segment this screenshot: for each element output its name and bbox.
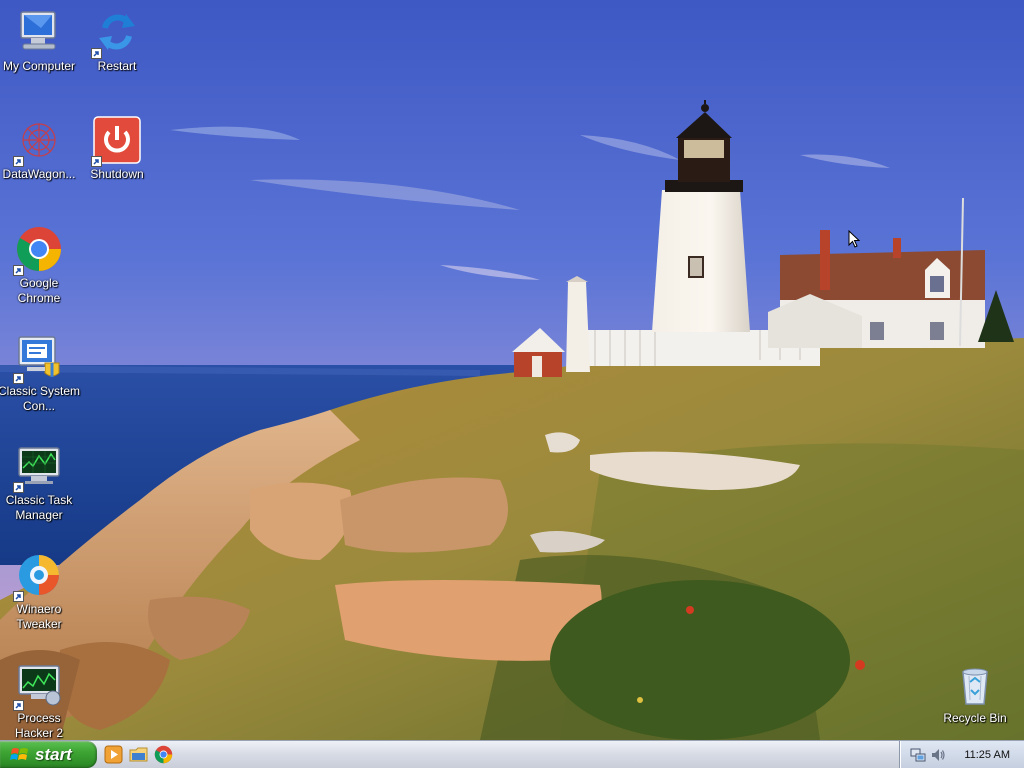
datawagon-icon: [13, 116, 63, 167]
desktop-icon-label: Restart: [97, 59, 137, 73]
desktop-icon-label: Winaero Tweaker: [16, 602, 62, 631]
desktop-icon-classic-system-control[interactable]: Classic System Con...: [0, 333, 80, 414]
desktop-icon-label: Google Chrome: [17, 276, 61, 305]
winaero-tweaker-icon: [13, 551, 63, 602]
desktop-icon-process-hacker-2[interactable]: Process Hacker 2: [0, 660, 80, 740]
volume-icon[interactable]: [930, 747, 946, 763]
system-tray: 11:25 AM: [899, 741, 1024, 768]
mouse-cursor-icon: [848, 230, 860, 248]
desktop[interactable]: My Computer Restart DataWagon... Shutdow…: [0, 0, 1024, 740]
taskbar: start 11:25 AM: [0, 740, 1024, 768]
file-explorer-icon[interactable]: [129, 745, 148, 764]
desktop-icon-label: Classic Task Manager: [5, 493, 73, 522]
desktop-icon-label: DataWagon...: [2, 167, 76, 181]
chrome-icon: [13, 225, 63, 276]
shutdown-icon: [91, 116, 141, 167]
desktop-icon-winaero-tweaker[interactable]: Winaero Tweaker: [0, 551, 80, 632]
shortcut-arrow-icon: [91, 156, 102, 167]
shortcut-arrow-icon: [13, 156, 24, 167]
desktop-icon-label: Shutdown: [90, 167, 144, 181]
restart-icon: [91, 8, 141, 59]
desktop-icon-shutdown[interactable]: Shutdown: [76, 116, 158, 182]
desktop-icon-label: My Computer: [2, 59, 76, 73]
recycle-bin-icon: [951, 660, 999, 708]
desktop-icon-classic-task-manager[interactable]: Classic Task Manager: [0, 442, 80, 523]
shortcut-arrow-icon: [13, 373, 24, 384]
shortcut-arrow-icon: [13, 700, 24, 711]
desktop-icon-datawagon[interactable]: DataWagon...: [0, 116, 80, 182]
desktop-icon-google-chrome[interactable]: Google Chrome: [0, 225, 80, 306]
desktop-icon-label: Classic System Con...: [0, 384, 81, 413]
desktop-icon-restart[interactable]: Restart: [76, 8, 158, 74]
desktop-icon-label: Recycle Bin: [943, 711, 1007, 725]
taskbar-clock[interactable]: 11:25 AM: [964, 749, 1010, 761]
quick-launch-bar: [104, 745, 173, 765]
computer-icon: [15, 8, 63, 56]
desktop-icon-recycle-bin[interactable]: Recycle Bin: [934, 660, 1016, 726]
start-button[interactable]: start: [0, 741, 97, 768]
windows-logo-icon: [10, 747, 28, 760]
shortcut-arrow-icon: [13, 482, 24, 493]
desktop-icon-my-computer[interactable]: My Computer: [0, 8, 80, 74]
task-manager-icon: [13, 442, 63, 493]
start-label: start: [35, 744, 72, 764]
control-panel-icon: [13, 333, 63, 384]
desktop-icon-label: Process Hacker 2: [14, 711, 64, 740]
shortcut-arrow-icon: [13, 591, 24, 602]
chrome-icon[interactable]: [154, 745, 173, 764]
wallpaper-lighthouse: [0, 0, 1024, 740]
process-hacker-icon: [13, 660, 63, 711]
media-player-icon[interactable]: [104, 745, 123, 764]
network-icon[interactable]: [910, 747, 926, 763]
shortcut-arrow-icon: [91, 48, 102, 59]
shortcut-arrow-icon: [13, 265, 24, 276]
